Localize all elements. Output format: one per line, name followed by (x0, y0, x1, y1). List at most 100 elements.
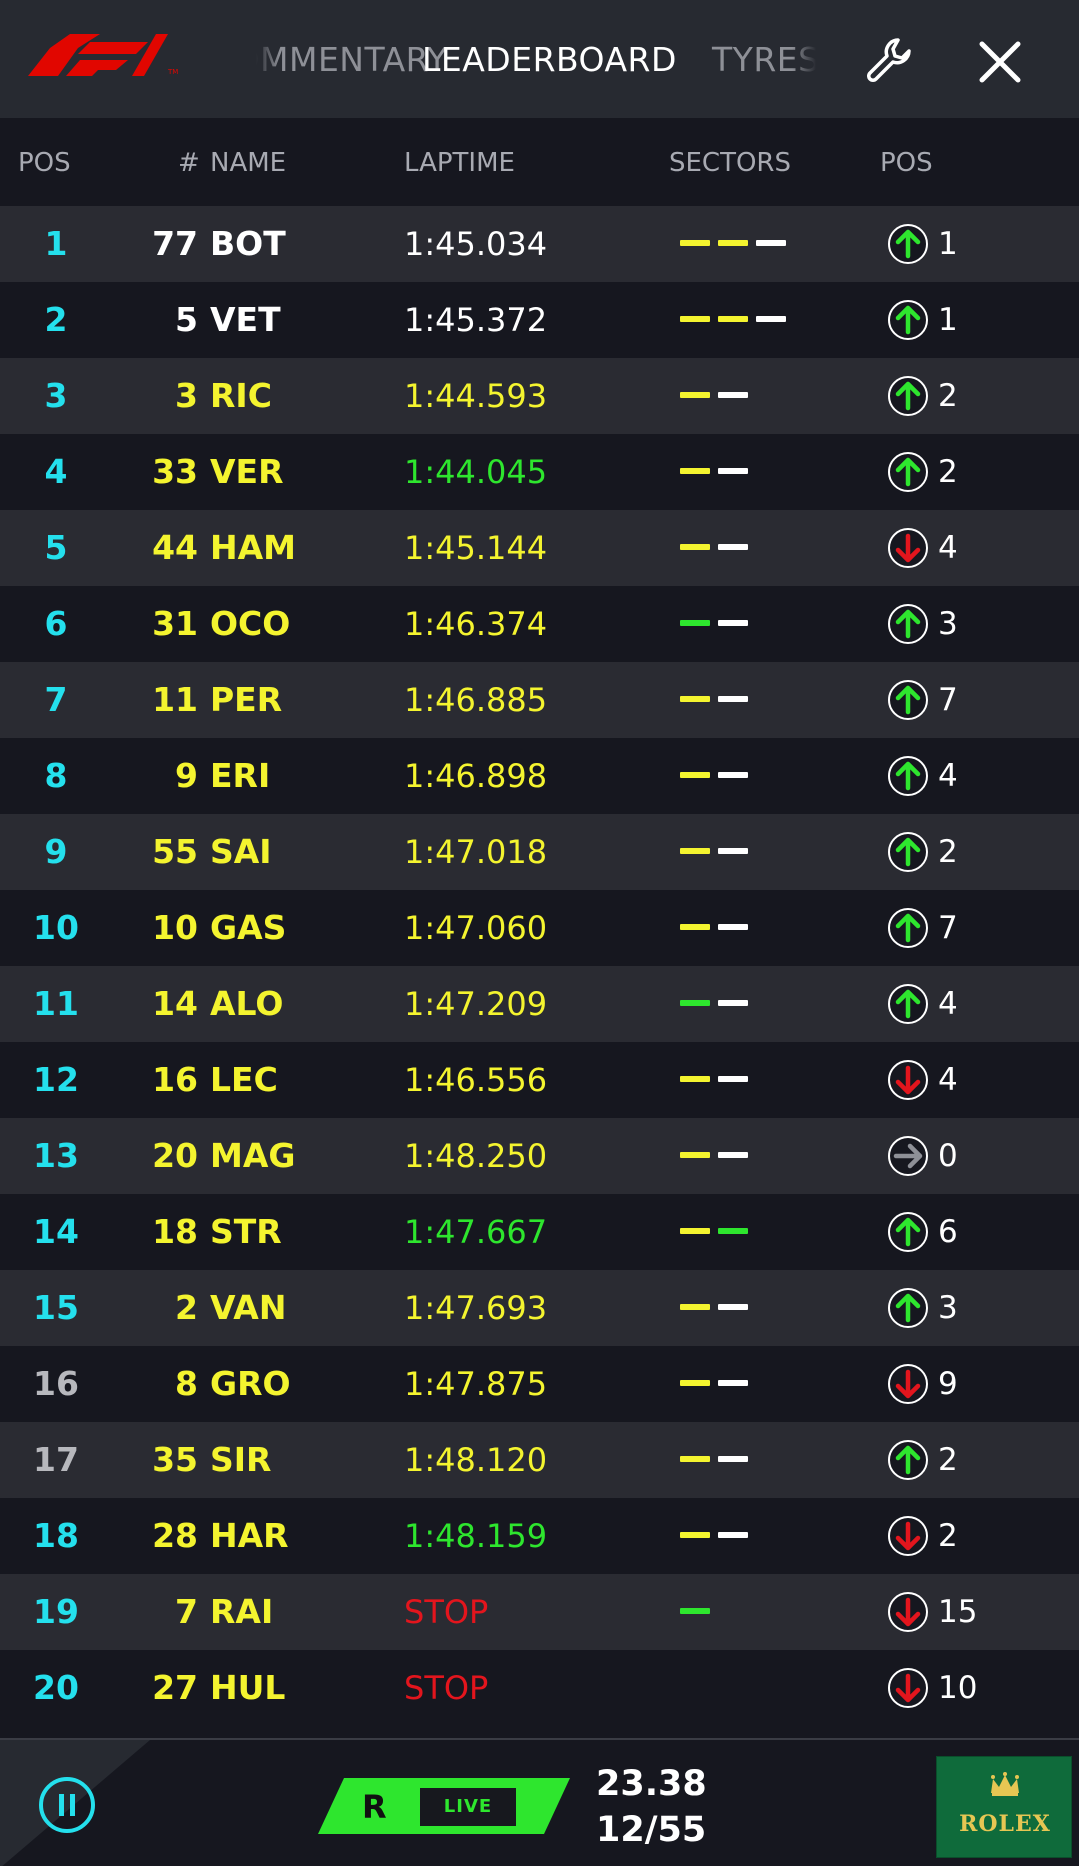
row-sectors (680, 924, 800, 932)
pause-icon[interactable] (38, 1776, 96, 1834)
row-car-number: 8 (175, 1364, 198, 1403)
row-position-change: 4 (938, 530, 958, 566)
row-sectors (680, 620, 800, 628)
table-row[interactable]: 4 33 VER 1:44.045 2 (0, 434, 1079, 510)
row-position: 12 (33, 1060, 79, 1099)
arrow-up-icon (888, 452, 928, 492)
row-laptime: 1:44.593 (404, 377, 548, 415)
table-row[interactable]: 1 77 BOT 1:45.034 1 (0, 206, 1079, 282)
row-car-number: 11 (152, 680, 198, 719)
wrench-icon[interactable] (864, 36, 914, 86)
table-header: POS # NAME LAPTIME SECTORS POS (0, 118, 1079, 206)
sector-indicator (756, 240, 786, 246)
live-session-letter: R (362, 1788, 387, 1826)
sector-indicator (680, 1380, 710, 1386)
row-position: 1 (44, 224, 68, 263)
close-icon[interactable] (976, 38, 1024, 86)
row-sectors (680, 1380, 800, 1388)
table-row[interactable]: 11 14 ALO 1:47.209 4 (0, 966, 1079, 1042)
sector-indicator (680, 1532, 710, 1538)
sector-indicator (718, 924, 748, 930)
row-position-change: 0 (938, 1138, 958, 1174)
leaderboard-list: 1 77 BOT 1:45.034 1 2 5 VET 1:45.372 1 3 3 RIC 1:44.5… (0, 206, 1079, 1726)
tab-commentary[interactable]: COMMENTARY (256, 40, 448, 79)
sector-indicator (680, 392, 710, 398)
table-row[interactable]: 9 55 SAI 1:47.018 2 (0, 814, 1079, 890)
table-row[interactable]: 2 5 VET 1:45.372 1 (0, 282, 1079, 358)
row-position: 17 (33, 1440, 79, 1479)
sector-indicator (718, 1532, 748, 1538)
table-row[interactable]: 13 20 MAG 1:48.250 0 (0, 1118, 1079, 1194)
row-sectors (680, 1456, 800, 1464)
row-car-number: 28 (152, 1516, 198, 1555)
row-laptime: 1:46.556 (404, 1061, 548, 1099)
row-sectors (680, 392, 800, 400)
bottom-bar: R LIVE 23.38 12/55 ROLEX (0, 1738, 1079, 1866)
sector-indicator (718, 1152, 748, 1158)
sector-indicator (680, 316, 710, 322)
sector-indicator (756, 316, 786, 322)
live-label: LIVE (420, 1788, 516, 1826)
row-sectors (680, 1000, 800, 1008)
row-sectors (680, 772, 800, 780)
table-row[interactable]: 6 31 OCO 1:46.374 3 (0, 586, 1079, 662)
sector-indicator (718, 316, 748, 322)
crown-icon (991, 1772, 1019, 1796)
table-row[interactable]: 20 27 HUL STOP 10 (0, 1650, 1079, 1726)
sector-indicator (718, 1304, 748, 1310)
row-sectors (680, 1076, 800, 1084)
row-position-change: 4 (938, 1062, 958, 1098)
table-row[interactable]: 7 11 PER 1:46.885 7 (0, 662, 1079, 738)
arrow-up-icon (888, 832, 928, 872)
sector-indicator (718, 772, 748, 778)
row-position-change: 4 (938, 986, 958, 1022)
table-row[interactable]: 17 35 SIR 1:48.120 2 (0, 1422, 1079, 1498)
row-laptime: 1:45.144 (404, 529, 548, 567)
sector-indicator (680, 924, 710, 930)
row-car-number: 3 (175, 376, 198, 415)
top-bar: TM COMMENTARY LEADERBOARD TYRES (0, 0, 1079, 118)
arrow-down-icon (888, 1592, 928, 1632)
sector-indicator (680, 848, 710, 854)
row-position: 4 (44, 452, 68, 491)
tab-fade-right (792, 30, 816, 90)
table-row[interactable]: 14 18 STR 1:47.667 6 (0, 1194, 1079, 1270)
sector-indicator (718, 1380, 748, 1386)
row-driver-name: PER (210, 680, 283, 719)
row-position: 8 (44, 756, 68, 795)
table-row[interactable]: 15 2 VAN 1:47.693 3 (0, 1270, 1079, 1346)
row-position: 15 (33, 1288, 79, 1327)
arrow-down-icon (888, 1668, 928, 1708)
row-laptime: STOP (404, 1593, 489, 1631)
table-row[interactable]: 18 28 HAR 1:48.159 2 (0, 1498, 1079, 1574)
row-laptime: 1:47.667 (404, 1213, 548, 1251)
row-driver-name: STR (210, 1212, 282, 1251)
sector-indicator (680, 240, 710, 246)
table-row[interactable]: 3 3 RIC 1:44.593 2 (0, 358, 1079, 434)
row-position: 11 (33, 984, 79, 1023)
row-position: 18 (33, 1516, 79, 1555)
row-sectors (680, 468, 800, 476)
table-row[interactable]: 5 44 HAM 1:45.144 4 (0, 510, 1079, 586)
table-row[interactable]: 16 8 GRO 1:47.875 9 (0, 1346, 1079, 1422)
sector-indicator (680, 468, 710, 474)
lap-counter: 12/55 (596, 1810, 707, 1850)
tab-leaderboard[interactable]: LEADERBOARD (422, 40, 677, 79)
arrow-up-icon (888, 756, 928, 796)
sector-indicator (718, 1076, 748, 1082)
sector-indicator (680, 1152, 710, 1158)
table-row[interactable]: 10 10 GAS 1:47.060 7 (0, 890, 1079, 966)
row-sectors (680, 1152, 800, 1160)
sector-indicator (718, 392, 748, 398)
sector-indicator (680, 1228, 710, 1234)
table-row[interactable]: 8 9 ERI 1:46.898 4 (0, 738, 1079, 814)
row-sectors (680, 1304, 800, 1312)
row-laptime: 1:45.034 (404, 225, 548, 263)
table-row[interactable]: 12 16 LEC 1:46.556 4 (0, 1042, 1079, 1118)
table-row[interactable]: 19 7 RAI STOP 15 (0, 1574, 1079, 1650)
row-car-number: 5 (175, 300, 198, 339)
sector-indicator (680, 1076, 710, 1082)
rolex-sponsor[interactable]: ROLEX (936, 1756, 1072, 1858)
svg-text:TM: TM (167, 68, 178, 76)
sector-indicator (718, 1228, 748, 1234)
